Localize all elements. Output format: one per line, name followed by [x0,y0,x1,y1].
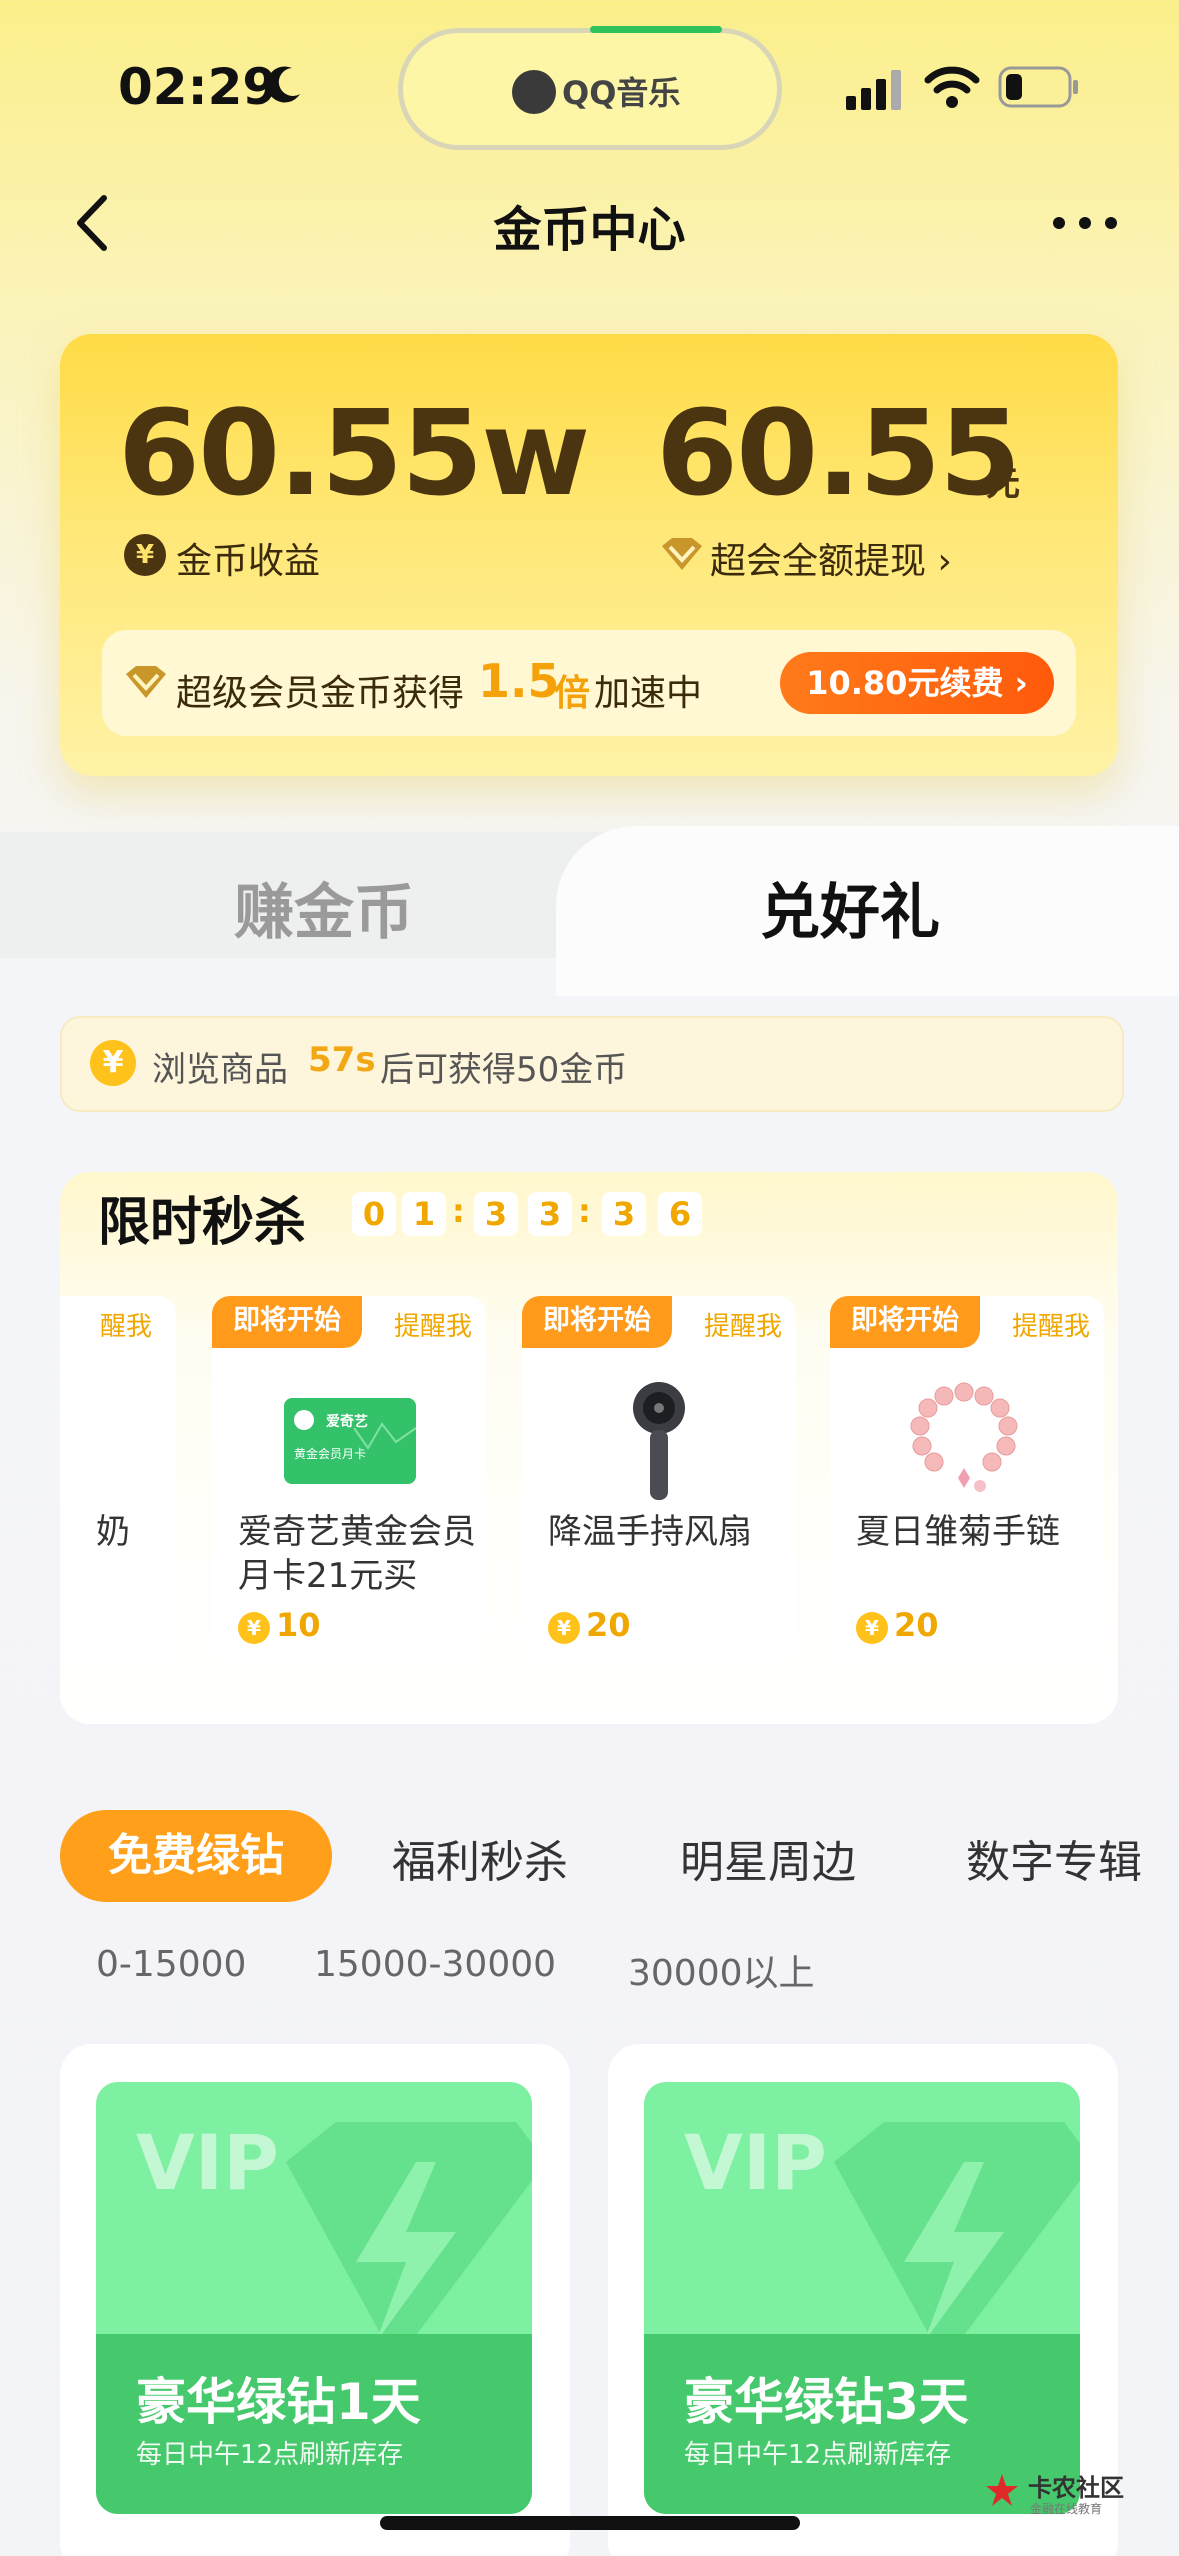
coin-icon: ¥ [124,534,166,576]
coin-icon: ¥ [548,1612,580,1644]
coin-icon: ¥ [238,1612,270,1644]
home-indicator[interactable] [380,2516,800,2530]
iqiyi-logo-text: 爱奇艺 [326,1413,368,1430]
flash-item-card[interactable]: 即将开始 提醒我 降温手持风扇 ¥ 20 [522,1296,796,1664]
flash-item-name: 夏日雏菊手链 [856,1512,1060,1552]
flash-item-price: 10 [276,1606,321,1644]
countdown-digit: 3 [602,1192,646,1236]
category-tab-star-merch[interactable]: 明星周边 [680,1826,856,1890]
product-name: 豪华绿钻1天 [136,2373,421,2431]
speed-multiplier: 1.5 [478,654,560,708]
category-tab-flash-sale[interactable]: 福利秒杀 [392,1826,568,1890]
countdown-digit: 6 [658,1192,702,1236]
product-image: VIP 豪华绿钻3天 每日中午12点刷新库存 [644,2082,1080,2514]
diamond-icon [126,666,166,698]
signal-icon [846,70,901,110]
notice-prefix: 浏览商品 [152,1050,288,1090]
iqiyi-card-text: 黄金会员月卡 [294,1446,366,1461]
coin-icon: ¥ [90,1040,136,1086]
notice-suffix: 后可获得50金币 [380,1050,628,1090]
speed-text-prefix: 超级会员金币获得 [176,673,465,714]
countdown-digit: 3 [528,1192,572,1236]
flash-item-card[interactable]: 即将开始 提醒我 夏日雏菊手链 ¥ 20 [830,1296,1104,1664]
bracelet-icon [910,1382,1018,1492]
countdown-digit: 1 [402,1192,446,1236]
cash-value: 60.55 [656,384,1021,522]
remind-me-link[interactable]: 醒我 [100,1306,152,1343]
island-app-name: QQ音乐 [562,74,681,112]
remind-me-link[interactable]: 提醒我 [704,1306,782,1343]
category-tab-digital-album[interactable]: 数字专辑 [966,1826,1142,1890]
coming-soon-badge: 即将开始 [522,1296,672,1348]
notice-countdown: 57s [308,1040,376,1080]
countdown-digit: 3 [474,1192,518,1236]
product-image: VIP 豪华绿钻1天 每日中午12点刷新库存 [96,2082,532,2514]
cash-unit: 元 [986,464,1020,504]
product-name: 豪华绿钻3天 [684,2373,969,2431]
flash-sale-title: 限时秒杀 [98,1193,307,1253]
coming-soon-badge: 即将开始 [212,1296,362,1348]
withdraw-link[interactable]: 超会全额提现 › [710,532,952,584]
coin-icon: ¥ [856,1612,888,1644]
iqiyi-card-icon: 爱奇艺 黄金会员月卡 [284,1398,416,1484]
flash-item-card[interactable]: 即将开始 提醒我 爱奇艺 黄金会员月卡 爱奇艺黄金会员月卡21元买 ¥ 10 [212,1296,486,1664]
flash-item-name: 降温手持风扇 [548,1512,752,1552]
page-title: 金币中心 [493,202,686,258]
diamond-icon [662,538,702,570]
flash-item-name: 奶 [96,1512,130,1552]
flash-item-price: 20 [586,1606,631,1644]
wifi-icon [924,66,980,108]
status-time: 02:29 [118,58,278,116]
flash-item-card[interactable]: 醒我 奶 [60,1296,176,1664]
product-subtitle: 每日中午12点刷新库存 [136,2440,404,2470]
handheld-fan-icon [633,1382,685,1500]
speed-text-suffix: 加速中 [594,673,703,714]
coin-earnings-label: 金币收益 [176,541,321,582]
tab-earn-coins[interactable]: 赚金币 [234,864,414,951]
range-filter[interactable]: 0-15000 [96,1944,246,1985]
watermark-subtitle: 金融在线教育 [1030,2502,1103,2516]
countdown-separator: : [578,1192,591,1230]
flash-item-price: 20 [894,1606,939,1644]
category-tab-free-green-diamond[interactable]: 免费绿钻 [60,1810,332,1902]
more-options-icon[interactable] [1052,216,1118,230]
flash-item-name: 爱奇艺黄金会员月卡21元买 [238,1512,476,1596]
product-card[interactable]: VIP 豪华绿钻1天 每日中午12点刷新库存 [60,2044,570,2556]
battery-icon [998,66,1078,108]
countdown-separator: : [452,1192,465,1230]
speed-multiplier-unit: 倍 [554,673,591,714]
range-filter[interactable]: 30000以上 [628,1944,815,1996]
product-subtitle: 每日中午12点刷新库存 [684,2440,952,2470]
qq-music-logo-icon [512,70,556,114]
renew-button[interactable]: 10.80元续费 › [780,652,1054,714]
remind-me-link[interactable]: 提醒我 [394,1306,472,1343]
tab-redeem-gifts[interactable]: 兑好礼 [760,864,940,951]
island-progress-bar [590,26,722,33]
moon-icon [266,66,300,103]
coming-soon-badge: 即将开始 [830,1296,980,1348]
watermark-title: 卡农社区 [1028,2474,1124,2502]
countdown-digit: 0 [352,1192,396,1236]
range-filter[interactable]: 15000-30000 [314,1944,556,1985]
watermark-logo-icon [986,2474,1018,2506]
remind-me-link[interactable]: 提醒我 [1012,1306,1090,1343]
coin-earnings-value: 60.55w [118,384,590,522]
